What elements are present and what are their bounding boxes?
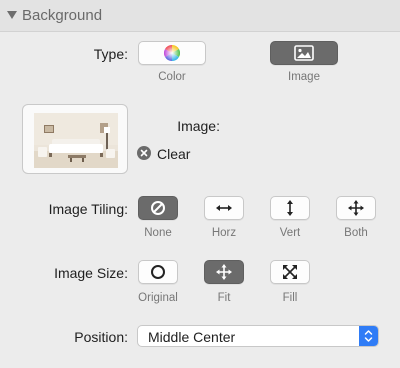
- living-room-image-thumbnail: [34, 113, 118, 168]
- tiling-both-button[interactable]: [336, 196, 376, 220]
- tiling-none-caption: None: [144, 227, 172, 239]
- circle-icon: [150, 264, 166, 280]
- expand-arrows-icon: [282, 264, 298, 280]
- disclosure-triangle-icon[interactable]: [7, 11, 17, 19]
- tiling-vert-caption: Vert: [279, 227, 301, 239]
- size-fill-caption: Fill: [282, 292, 298, 304]
- clear-button[interactable]: Clear: [157, 146, 190, 162]
- position-select[interactable]: Middle Center: [137, 325, 379, 347]
- size-original-button[interactable]: [138, 260, 178, 284]
- size-original-caption: Original: [138, 292, 178, 304]
- position-label: Position:: [74, 329, 128, 345]
- type-image-button[interactable]: [270, 41, 338, 65]
- size-fit-button[interactable]: [204, 260, 244, 284]
- color-wheel-icon: [164, 45, 180, 61]
- size-fit-caption: Fit: [217, 292, 231, 304]
- tiling-vert-button[interactable]: [270, 196, 310, 220]
- type-image-caption: Image: [288, 71, 320, 83]
- type-label: Type:: [93, 46, 128, 62]
- type-color-button[interactable]: [138, 41, 206, 65]
- image-label: Image:: [177, 118, 220, 134]
- up-down-chevron-icon: [359, 326, 378, 346]
- select-stepper[interactable]: [359, 326, 378, 346]
- image-size-label: Image Size:: [54, 265, 128, 281]
- image-icon: [294, 45, 314, 61]
- vertical-arrows-icon: [283, 199, 297, 217]
- tiling-both-caption: Both: [344, 227, 368, 239]
- none-slash-icon: [150, 200, 166, 216]
- clear-icon[interactable]: [137, 146, 151, 160]
- image-well[interactable]: [22, 104, 128, 174]
- tiling-horz-caption: Horz: [211, 227, 237, 239]
- section-title: Background: [22, 7, 103, 24]
- tiling-horz-button[interactable]: [204, 196, 244, 220]
- image-tiling-label: Image Tiling:: [48, 201, 128, 217]
- size-fill-button[interactable]: [270, 260, 310, 284]
- horizontal-arrows-icon: [215, 201, 233, 215]
- type-color-caption: Color: [158, 71, 186, 83]
- tiling-none-button[interactable]: [138, 196, 178, 220]
- move-arrows-icon: [347, 199, 365, 217]
- position-select-value: Middle Center: [148, 329, 236, 345]
- move-arrows-icon: [215, 263, 233, 281]
- section-header[interactable]: Background: [0, 0, 400, 32]
